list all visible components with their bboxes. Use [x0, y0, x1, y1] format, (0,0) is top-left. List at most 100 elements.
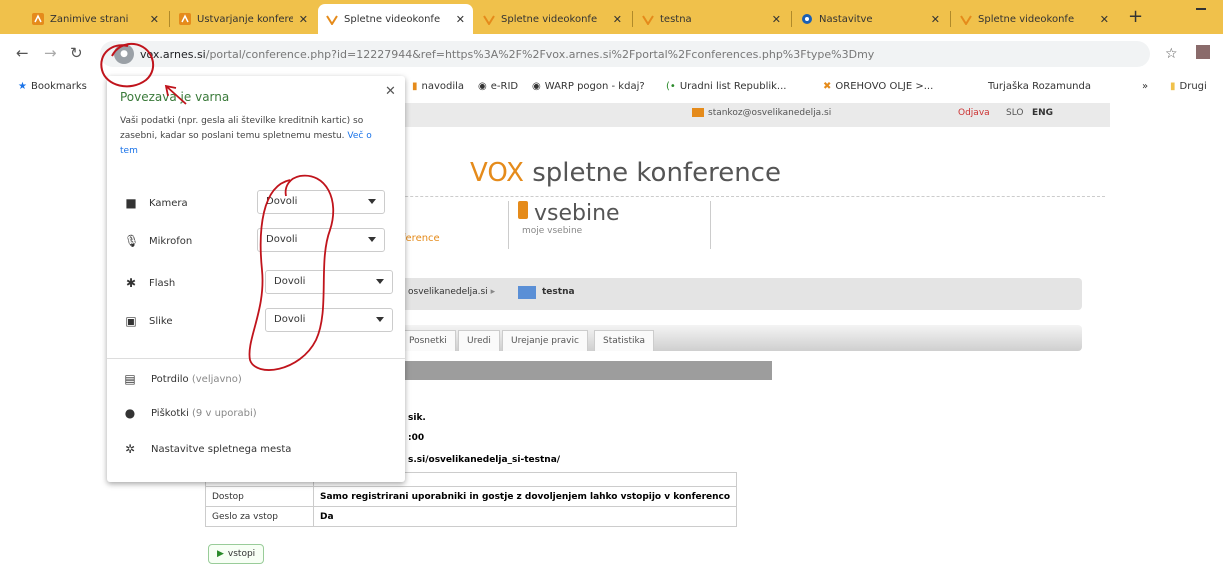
browser-tab[interactable]: testna ✕	[634, 4, 789, 34]
conference-icon	[518, 286, 536, 299]
bookmark-label: Bookmarks	[30, 81, 87, 92]
divider	[508, 201, 509, 249]
table-key: Geslo za vstop	[205, 506, 314, 527]
bookmarks-overflow-chevron-icon[interactable]: »	[1142, 81, 1148, 92]
url-text[interactable]: vox.arnes.si/portal/conference.php?id=12…	[140, 48, 874, 61]
certificate-text: Potrdilo	[151, 374, 189, 385]
address-bar[interactable]: ● vox.arnes.si/portal/conference.php?id=…	[100, 41, 1150, 67]
close-icon[interactable]: ✕	[150, 13, 159, 26]
permission-label: Kamera	[149, 198, 188, 209]
tab-label: Nastavitve	[819, 13, 873, 25]
bookmark-label: Drugi	[1179, 81, 1207, 92]
arnes-favicon-icon	[32, 13, 44, 25]
permission-row-camera: ■ Kamera Dovoli	[107, 188, 405, 218]
url-host: vox.arnes.si	[140, 47, 206, 61]
table-key: Dostop	[205, 486, 314, 507]
enter-conference-button[interactable]: ▶ vstopi	[208, 544, 265, 564]
arnes-favicon-icon	[179, 13, 191, 25]
bookmark-item[interactable]: ◉ e-RID	[478, 81, 518, 92]
user-email[interactable]: stankoz@osvelikanedelja.si	[692, 108, 831, 118]
forward-arrow-icon[interactable]: →	[44, 44, 57, 62]
cookies-item[interactable]: ● Piškotki (9 v uporabi)	[107, 402, 405, 428]
site-settings-item[interactable]: ✲ Nastavitve spletnega mesta	[107, 438, 405, 464]
browser-tab[interactable]: Ustvarjanje konfere ✕	[171, 4, 316, 34]
bookmark-label: Uradni list Republik...	[679, 81, 787, 92]
table-cell: s.si/osvelikanedelja_si-testna/	[408, 455, 561, 465]
browser-tab[interactable]: Spletne videokonfe ✕	[475, 4, 630, 34]
popup-title: Povezava je varna	[120, 90, 230, 104]
bookmark-item[interactable]: ▮ navodila	[412, 81, 464, 92]
minimize-window-button[interactable]	[1196, 8, 1206, 10]
browser-tab[interactable]: Spletne videokonfe ✕	[952, 4, 1117, 34]
flash-permission-select[interactable]: Dovoli	[265, 270, 393, 294]
browser-tab[interactable]: Nastavitve ✕	[793, 4, 948, 34]
conferences-link[interactable]: ference	[402, 233, 440, 244]
close-icon[interactable]: ✕	[613, 13, 622, 26]
vox-favicon-icon	[960, 13, 972, 26]
gear-icon: ✲	[124, 442, 136, 456]
extension-icon[interactable]	[1196, 45, 1210, 59]
permission-row-flash: ✱ Flash Dovoli	[107, 268, 405, 298]
new-tab-button[interactable]: +	[1128, 6, 1143, 27]
logout-link[interactable]: Odjava	[958, 108, 990, 118]
site-info-popup: Povezava je varna ✕ Vaši podatki (npr. g…	[107, 76, 405, 482]
close-icon[interactable]: ✕	[456, 13, 465, 26]
tab-statistika[interactable]: Statistika	[594, 330, 655, 351]
vsebine-subtitle: moje vsebine	[522, 226, 583, 236]
folder-icon: ▮	[412, 81, 418, 92]
microphone-permission-select[interactable]: Dovoli	[257, 228, 385, 252]
lang-slo-link[interactable]: SLO	[1006, 108, 1024, 118]
select-value: Dovoli	[274, 314, 306, 325]
dropdown-arrow-icon	[368, 199, 376, 204]
vsebine-nav[interactable]: vsebine moje vsebine	[518, 201, 620, 236]
vox-favicon-icon	[483, 13, 495, 26]
close-icon[interactable]: ✕	[299, 13, 308, 26]
reload-icon[interactable]: ↻	[70, 44, 83, 62]
cookies-text: Piškotki	[151, 408, 189, 419]
logo-text: spletne konference	[523, 158, 781, 188]
bookmark-item[interactable]: Turjaška Rozamunda	[988, 81, 1091, 92]
table-value: Da	[312, 506, 738, 527]
camera-permission-select[interactable]: Dovoli	[257, 190, 385, 214]
lock-icon[interactable]: ●	[114, 44, 134, 64]
bookmark-folder[interactable]: ▮ Drugi	[1170, 81, 1207, 92]
bookmark-item[interactable]: ★ Bookmarks	[18, 81, 87, 92]
close-icon[interactable]: ✕	[1100, 13, 1109, 26]
bookmark-item[interactable]: (• Uradni list Republik...	[666, 81, 786, 92]
bookmark-item[interactable]: ✖ OREHOVO OLJE >...	[823, 81, 933, 92]
lang-eng-link[interactable]: ENG	[1032, 108, 1053, 118]
site-logo[interactable]: VOX spletne konference	[470, 158, 781, 188]
divider	[710, 201, 711, 249]
permission-label: Slike	[149, 316, 173, 327]
tab-label: Spletne videokonfe	[978, 13, 1075, 25]
cookie-icon: ●	[124, 406, 136, 420]
tab-urejanje-pravic[interactable]: Urejanje pravic	[502, 330, 588, 351]
puzzle-icon: ✱	[125, 276, 137, 290]
bookmark-item[interactable]: ◉ WARP pogon - kdaj?	[532, 81, 645, 92]
close-icon[interactable]: ✕	[931, 13, 940, 26]
bookmark-label: WARP pogon - kdaj?	[544, 81, 645, 92]
close-icon[interactable]: ✕	[385, 84, 396, 99]
globe-icon: ◉	[478, 81, 487, 92]
images-permission-select[interactable]: Dovoli	[265, 308, 393, 332]
bookmark-star-icon[interactable]: ☆	[1165, 46, 1178, 62]
select-value: Dovoli	[266, 196, 298, 207]
site-top-bar: stankoz@osvelikanedelja.si Odjava SLO EN…	[330, 103, 1110, 127]
tab-uredi[interactable]: Uredi	[458, 330, 500, 351]
close-icon[interactable]: ✕	[772, 13, 781, 26]
user-email-text: stankoz@osvelikanedelja.si	[708, 108, 832, 118]
folder-icon	[518, 201, 528, 219]
tab-posnetki[interactable]: Posnetki	[400, 330, 456, 351]
certificate-item[interactable]: ▤ Potrdilo (veljavno)	[107, 368, 405, 394]
browser-tab[interactable]: Zanimive strani ✕	[24, 4, 167, 34]
url-path: /portal/conference.php?id=12227944&ref=h…	[205, 47, 875, 61]
cookies-label: Piškotki (9 v uporabi)	[151, 408, 257, 419]
tab-label: testna	[660, 13, 692, 25]
back-arrow-icon[interactable]: ←	[16, 44, 29, 62]
divider	[107, 358, 405, 359]
logo-vox: VOX	[470, 158, 524, 188]
breadcrumb-label: osvelikanedelja.si	[408, 287, 488, 297]
tab-label: Ustvarjanje konfere	[197, 13, 293, 25]
browser-tab-active[interactable]: Spletne videokonfe ✕	[318, 4, 473, 34]
breadcrumb-item[interactable]: osvelikanedelja.si ▸	[408, 287, 495, 297]
